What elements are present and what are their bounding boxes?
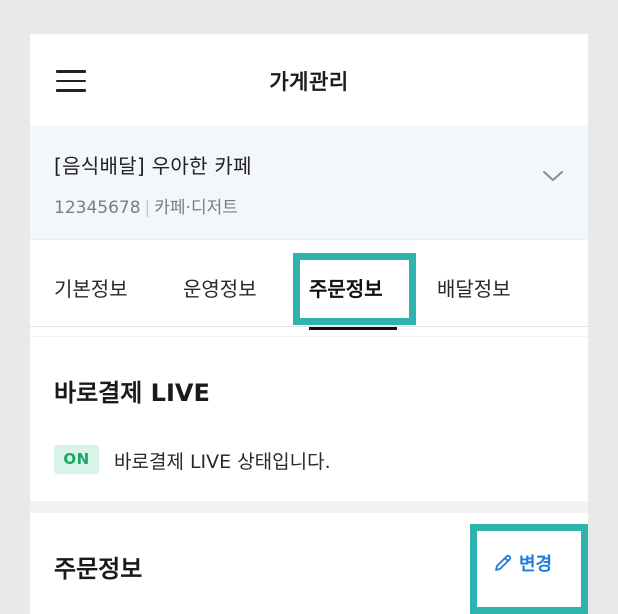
section-divider [30, 501, 588, 513]
live-payment-title: 바로결제 LIVE [54, 379, 210, 407]
order-info-title: 주문정보 [54, 555, 143, 583]
store-meta-divider: | [144, 198, 151, 218]
active-tab-indicator [309, 327, 397, 330]
tab-delivery-info[interactable]: 배달정보 [437, 273, 511, 302]
store-id: 12345678 [54, 198, 141, 218]
pencil-icon [495, 554, 512, 571]
live-payment-status: 바로결제 LIVE 상태입니다. [114, 451, 331, 473]
edit-button[interactable]: 변경 [493, 543, 552, 583]
store-selector[interactable]: [음식배달] 우아한 카페 12345678 | 카페·디저트 [30, 126, 588, 239]
info-tabs: 기본정보 운영정보 주문정보 배달정보 [30, 239, 588, 330]
store-management-screen: 가게관리 [음식배달] 우아한 카페 12345678 | 카페·디저트 기본정보 … [30, 34, 588, 614]
tab-basic-info[interactable]: 기본정보 [54, 273, 128, 302]
store-meta: 12345678 | 카페·디저트 [54, 193, 238, 218]
tab-order-info[interactable]: 주문정보 [309, 273, 383, 302]
page-title: 가게관리 [269, 70, 349, 94]
order-info-section: 주문정보 변경 [30, 513, 588, 614]
edit-button-label: 변경 [519, 554, 553, 575]
status-badge: ON [54, 445, 99, 474]
app-header: 가게관리 [30, 34, 588, 126]
store-category: 카페·디저트 [154, 198, 238, 218]
chevron-down-icon[interactable] [542, 168, 564, 184]
store-name: [음식배달] 우아한 카페 [54, 154, 252, 178]
tab-operation-info[interactable]: 운영정보 [183, 273, 257, 302]
live-payment-section: 바로결제 LIVE ON 바로결제 LIVE 상태입니다. [30, 336, 588, 501]
